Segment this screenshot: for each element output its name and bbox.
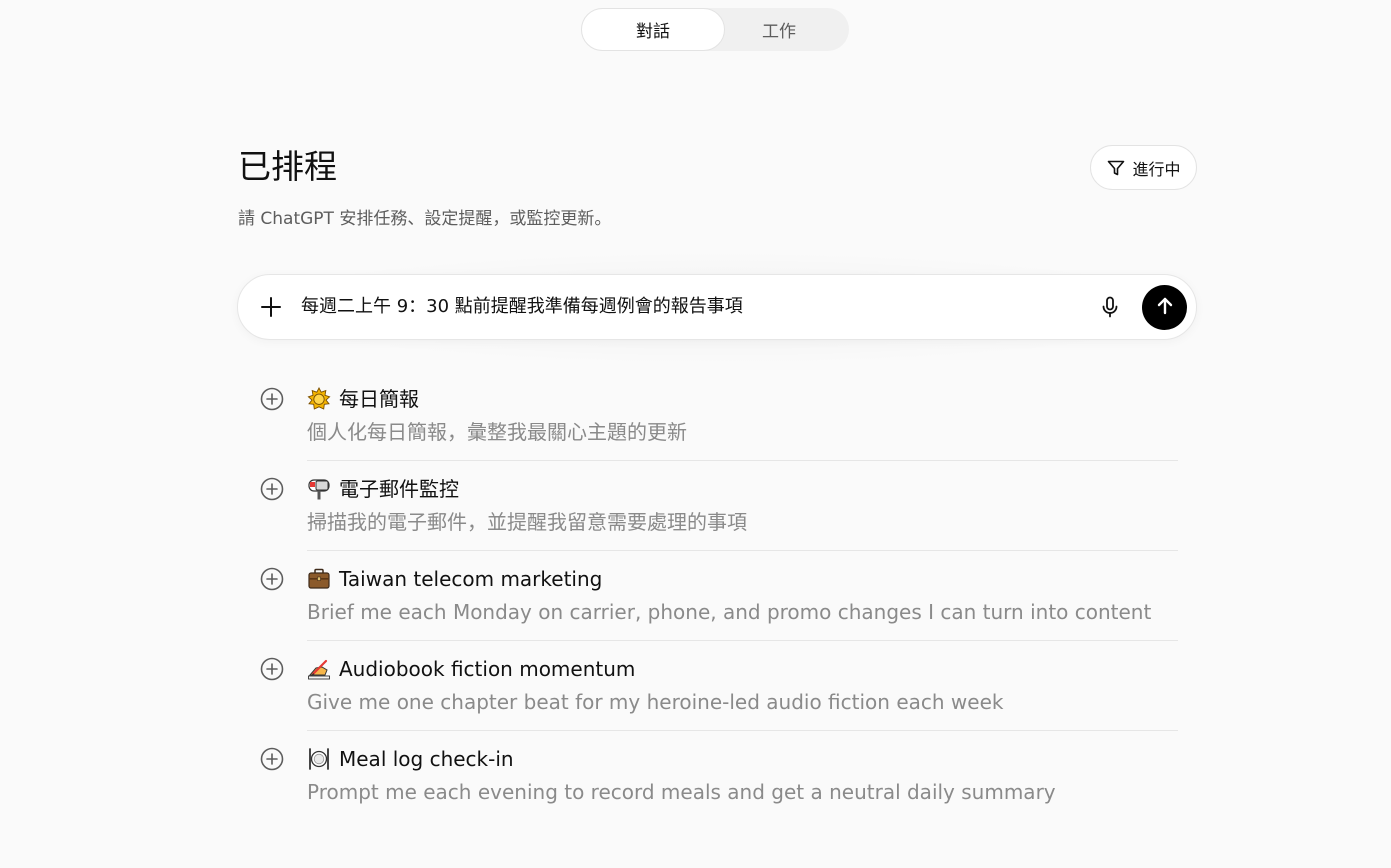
composer	[237, 274, 1197, 340]
filter-label: 進行中	[1132, 159, 1181, 179]
suggestion-item-email-monitor[interactable]: 電子郵件監控 掃描我的電子郵件，並提醒我留意需要處理的事項	[258, 461, 1178, 551]
mode-toggle: 對話 工作	[581, 8, 849, 51]
arrow-up-icon	[1154, 295, 1176, 321]
plus-circle-icon[interactable]	[260, 477, 284, 501]
filter-button[interactable]: 進行中	[1090, 145, 1197, 190]
suggestion-title-text: Audiobook fiction momentum	[339, 657, 636, 681]
plus-circle-icon[interactable]	[260, 387, 284, 411]
sun-icon	[307, 387, 331, 411]
plus-circle-icon[interactable]	[260, 657, 284, 681]
filter-icon	[1106, 158, 1126, 178]
plus-circle-icon[interactable]	[260, 747, 284, 771]
suggestion-title-text: 電子郵件監控	[339, 477, 459, 501]
suggestion-title: Taiwan telecom marketing	[307, 564, 602, 594]
suggestion-title-text: Meal log check-in	[339, 747, 514, 771]
page-subtitle: 請 ChatGPT 安排任務、設定提醒，或監控更新。	[238, 209, 612, 229]
tab-chat[interactable]: 對話	[581, 8, 725, 51]
suggestion-title: Meal log check-in	[307, 744, 514, 774]
suggestion-description: Prompt me each evening to record meals a…	[307, 780, 1056, 804]
suggestion-title: 每日簡報	[307, 384, 419, 414]
plus-circle-icon[interactable]	[260, 567, 284, 591]
suggestion-description: 個人化每日簡報，彙整我最關心主題的更新	[307, 420, 687, 444]
send-button[interactable]	[1142, 285, 1187, 330]
plate-utensils-icon	[307, 747, 331, 771]
suggestion-item-daily-brief[interactable]: 每日簡報 個人化每日簡報，彙整我最關心主題的更新	[258, 371, 1178, 461]
suggestion-title: 電子郵件監控	[307, 474, 459, 504]
suggestion-title-text: Taiwan telecom marketing	[339, 567, 603, 591]
page-title: 已排程	[238, 147, 337, 186]
writing-hand-icon	[307, 657, 331, 681]
suggestion-item-audiobook-fiction[interactable]: Audiobook fiction momentum Give me one c…	[258, 641, 1178, 731]
microphone-icon[interactable]	[1098, 295, 1122, 319]
prompt-input[interactable]	[301, 291, 1081, 323]
suggestion-title-text: 每日簡報	[339, 387, 419, 411]
suggestion-description: Brief me each Monday on carrier, phone, …	[307, 600, 1152, 624]
tab-work[interactable]: 工作	[707, 8, 851, 51]
suggestion-item-meal-log[interactable]: Meal log check-in Prompt me each evening…	[258, 731, 1178, 821]
suggestion-list: 每日簡報 個人化每日簡報，彙整我最關心主題的更新 電子郵件監控 掃描我的電子郵件…	[258, 371, 1178, 821]
add-attachment-icon[interactable]	[258, 294, 284, 320]
mailbox-icon	[307, 477, 331, 501]
suggestion-description: 掃描我的電子郵件，並提醒我留意需要處理的事項	[307, 510, 747, 534]
suggestion-item-taiwan-telecom[interactable]: Taiwan telecom marketing Brief me each M…	[258, 551, 1178, 641]
suggestion-description: Give me one chapter beat for my heroine-…	[307, 690, 1004, 714]
suggestion-title: Audiobook fiction momentum	[307, 654, 635, 684]
briefcase-icon	[307, 567, 331, 591]
